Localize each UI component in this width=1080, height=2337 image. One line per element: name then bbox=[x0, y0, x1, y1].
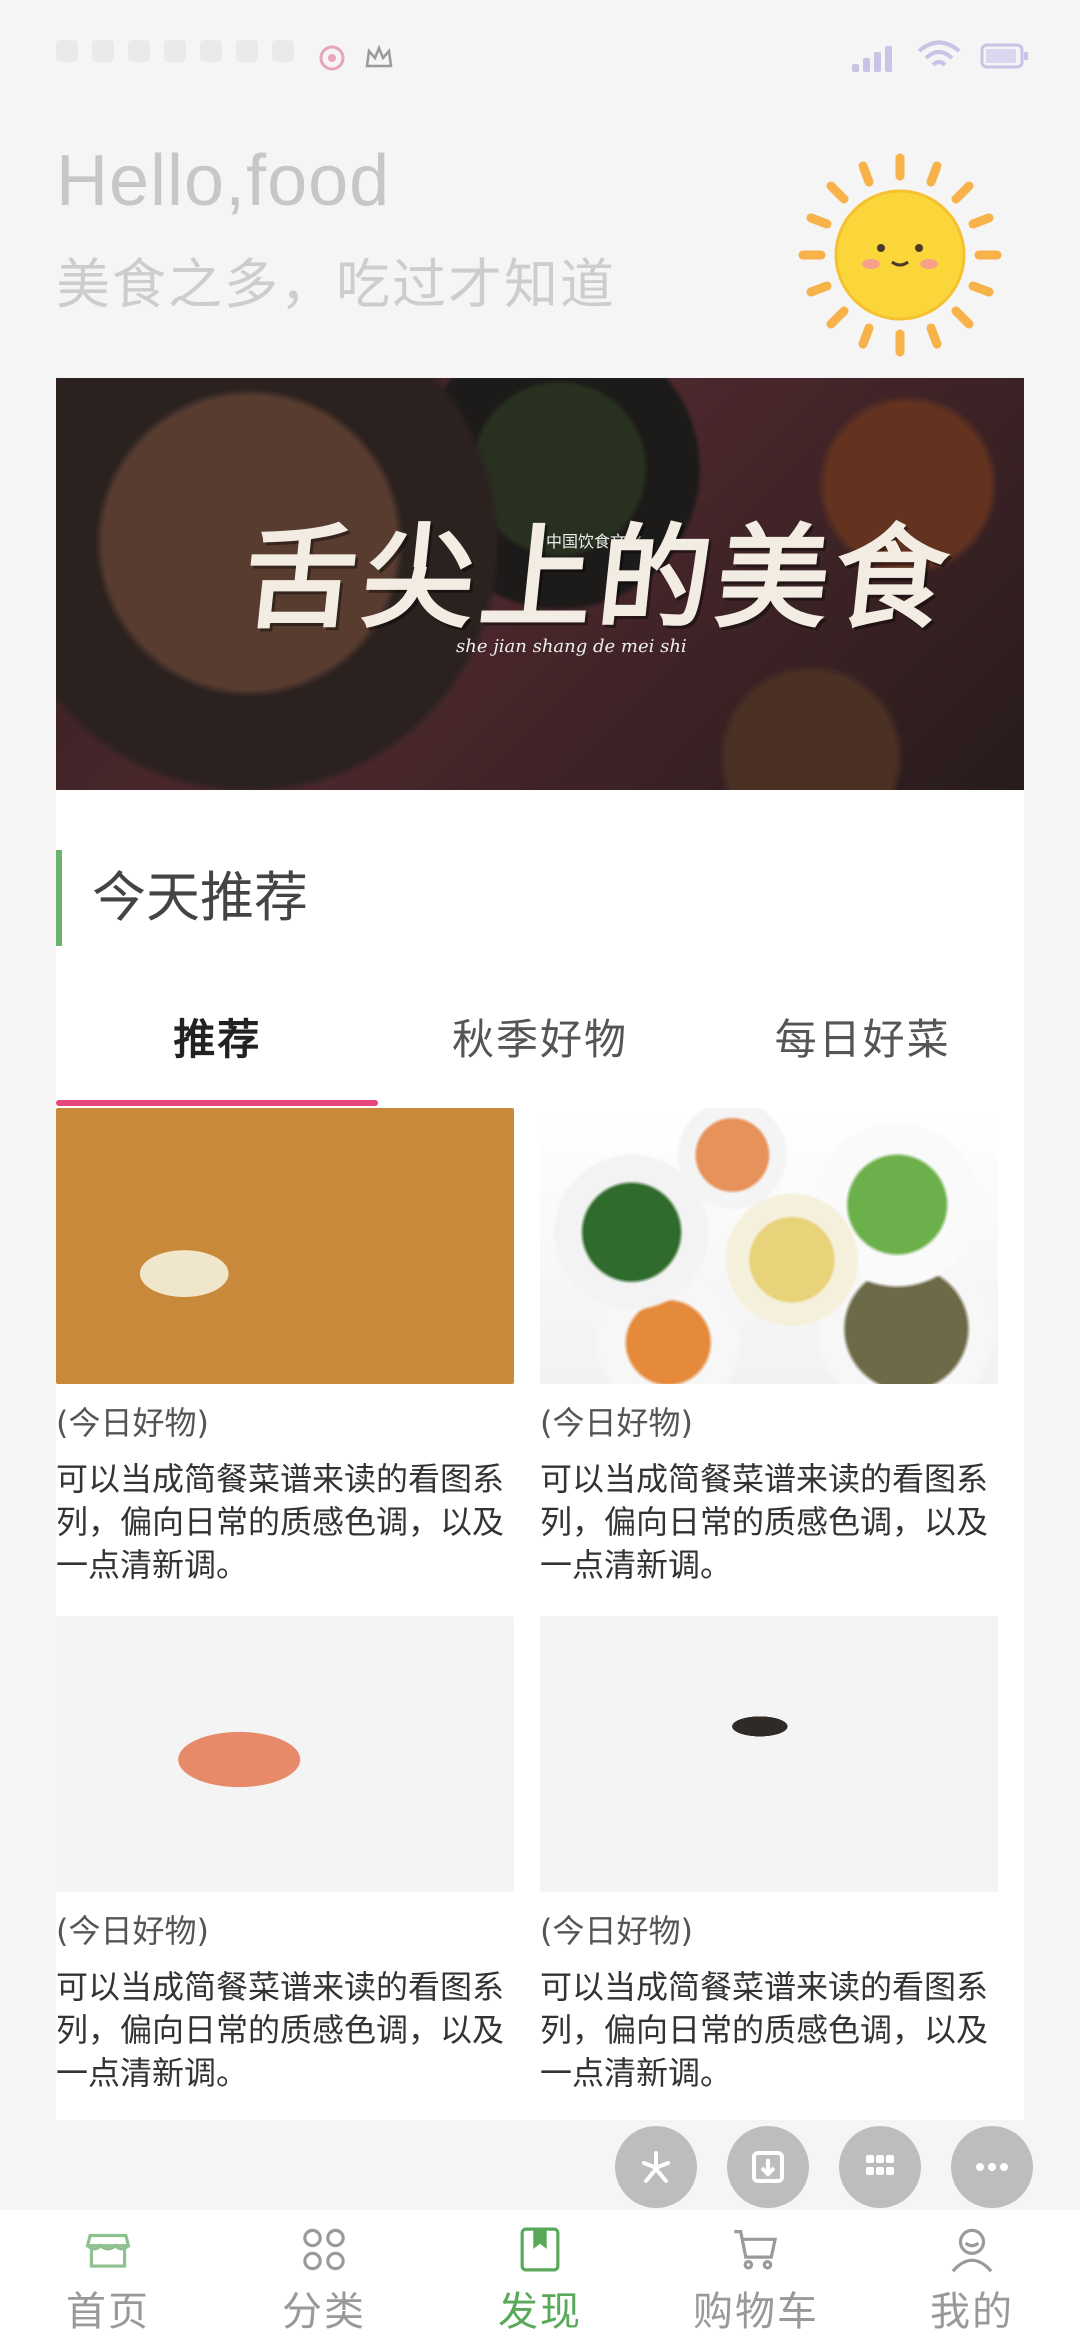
download-icon[interactable] bbox=[727, 2126, 809, 2208]
food-card[interactable]: (今日好物) 可以当成简餐菜谱来读的看图系列，偏向日常的质感色调，以及一点清新调… bbox=[540, 1616, 998, 2095]
nav-item-category[interactable]: 分类 bbox=[216, 2210, 432, 2337]
nav-item-me[interactable]: 我的 bbox=[864, 2210, 1080, 2337]
banner-pinyin: she jian shang de mei shi bbox=[456, 636, 687, 657]
nav-label: 分类 bbox=[282, 2289, 366, 2335]
bottom-nav: 首页 分类 发现 购物车 我的 bbox=[0, 2210, 1080, 2337]
sun-icon bbox=[795, 150, 1005, 360]
notification-icon bbox=[200, 40, 222, 62]
crown-icon bbox=[364, 44, 394, 74]
notification-icon bbox=[164, 40, 186, 62]
nav-label: 首页 bbox=[66, 2289, 150, 2335]
card-description: 可以当成简餐菜谱来读的看图系列，偏向日常的质感色调，以及一点清新调。 bbox=[56, 1460, 505, 1584]
tab-bar: 推荐 秋季好物 每日好菜 bbox=[56, 990, 1024, 1110]
card-tag: (今日好物) bbox=[56, 1404, 209, 1442]
nav-item-discover[interactable]: 发现 bbox=[432, 2210, 648, 2337]
card-tag: (今日好物) bbox=[540, 1912, 693, 1950]
grid-icon[interactable] bbox=[839, 2126, 921, 2208]
food-image bbox=[56, 1108, 514, 1384]
battery-icon bbox=[980, 42, 1030, 74]
food-image bbox=[540, 1616, 998, 1892]
nav-label: 发现 bbox=[498, 2289, 582, 2335]
hero-banner[interactable]: 中国饮食文化 舌尖上的美食 she jian shang de mei shi bbox=[56, 378, 1024, 790]
food-card[interactable]: (今日好物) 可以当成简餐菜谱来读的看图系列，偏向日常的质感色调，以及一点清新调… bbox=[56, 1616, 514, 2095]
cart-icon bbox=[734, 2230, 778, 2270]
notification-icon bbox=[128, 40, 150, 62]
food-card[interactable]: (今日好物) 可以当成简餐菜谱来读的看图系列，偏向日常的质感色调，以及一点清新调… bbox=[56, 1108, 514, 1587]
notification-icon bbox=[92, 40, 114, 62]
category-icon bbox=[303, 2228, 345, 2271]
tab-autumn[interactable]: 秋季好物 bbox=[379, 990, 702, 1110]
status-bar bbox=[0, 0, 1080, 110]
food-image bbox=[56, 1616, 514, 1892]
food-image bbox=[540, 1108, 998, 1384]
card-description: 可以当成简餐菜谱来读的看图系列，偏向日常的质感色调，以及一点清新调。 bbox=[540, 1460, 989, 1584]
app-screen: Hello,food 美食之多，吃过才知道 中国饮食文化 舌尖上的美食 she … bbox=[0, 0, 1080, 2337]
nav-item-home[interactable]: 首页 bbox=[0, 2210, 216, 2337]
floating-toolbar bbox=[615, 2126, 1033, 2208]
section-title: 今天推荐 bbox=[56, 850, 308, 946]
tab-recommend[interactable]: 推荐 bbox=[56, 990, 379, 1110]
recommend-panel: 今天推荐 推荐 秋季好物 每日好菜 (今日好物) 可以当成简餐菜谱来读的看图系列… bbox=[56, 790, 1024, 2120]
card-tag: (今日好物) bbox=[56, 1912, 209, 1950]
card-description: 可以当成简餐菜谱来读的看图系列，偏向日常的质感色调，以及一点清新调。 bbox=[540, 1968, 989, 2092]
notification-icon bbox=[272, 40, 294, 62]
status-icons-right bbox=[852, 40, 1030, 76]
nav-item-cart[interactable]: 购物车 bbox=[648, 2210, 864, 2337]
card-tag: (今日好物) bbox=[540, 1404, 693, 1442]
record-icon bbox=[318, 44, 346, 76]
nav-label: 购物车 bbox=[693, 2289, 819, 2335]
notification-icon bbox=[56, 40, 78, 62]
greeting-title: Hello,food bbox=[56, 141, 391, 221]
card-description: 可以当成简餐菜谱来读的看图系列，偏向日常的质感色调，以及一点清新调。 bbox=[56, 1968, 505, 2092]
signal-icon bbox=[852, 44, 898, 72]
bookmark-icon bbox=[520, 2227, 560, 2272]
wifi-icon bbox=[916, 40, 962, 76]
slogan-text: 美食之多，吃过才知道 bbox=[56, 253, 616, 316]
status-icons-left bbox=[56, 40, 294, 62]
store-icon bbox=[85, 2233, 131, 2268]
notification-icon bbox=[236, 40, 258, 62]
sparkle-icon[interactable] bbox=[615, 2126, 697, 2208]
banner-title: 舌尖上的美食 bbox=[238, 513, 960, 644]
more-icon[interactable] bbox=[951, 2126, 1033, 2208]
nav-label: 我的 bbox=[930, 2289, 1014, 2335]
food-card[interactable]: (今日好物) 可以当成简餐菜谱来读的看图系列，偏向日常的质感色调，以及一点清新调… bbox=[540, 1108, 998, 1587]
tab-indicator bbox=[56, 1100, 378, 1106]
user-icon bbox=[951, 2228, 993, 2273]
tab-daily[interactable]: 每日好菜 bbox=[701, 990, 1024, 1110]
